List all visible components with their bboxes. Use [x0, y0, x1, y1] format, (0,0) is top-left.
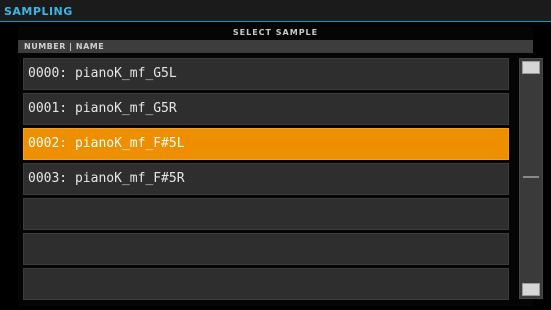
dialog-title: SELECT SAMPLE	[232, 28, 319, 37]
scroll-grip-icon[interactable]	[523, 176, 539, 178]
select-sample-dialog: SELECT SAMPLE NUMBER | NAME 0000: pianoK…	[18, 26, 543, 306]
scroll-down-button[interactable]	[522, 283, 540, 296]
sample-row-0001[interactable]: 0001: pianoK_mf_G5R	[23, 93, 509, 125]
sample-row-0002[interactable]: 0002: pianoK_mf_F#5L	[23, 128, 509, 160]
page-title: SAMPLING	[4, 5, 73, 18]
empty-row	[23, 233, 509, 265]
sample-row-0000[interactable]: 0000: pianoK_mf_G5L	[23, 58, 509, 90]
top-bar: SAMPLING	[0, 0, 551, 22]
scrollbar[interactable]	[519, 58, 543, 299]
scroll-up-button[interactable]	[522, 61, 540, 74]
sample-row-0003[interactable]: 0003: pianoK_mf_F#5R	[23, 163, 509, 195]
empty-row	[23, 268, 509, 300]
empty-row	[23, 198, 509, 230]
column-header: NUMBER | NAME	[18, 40, 533, 53]
